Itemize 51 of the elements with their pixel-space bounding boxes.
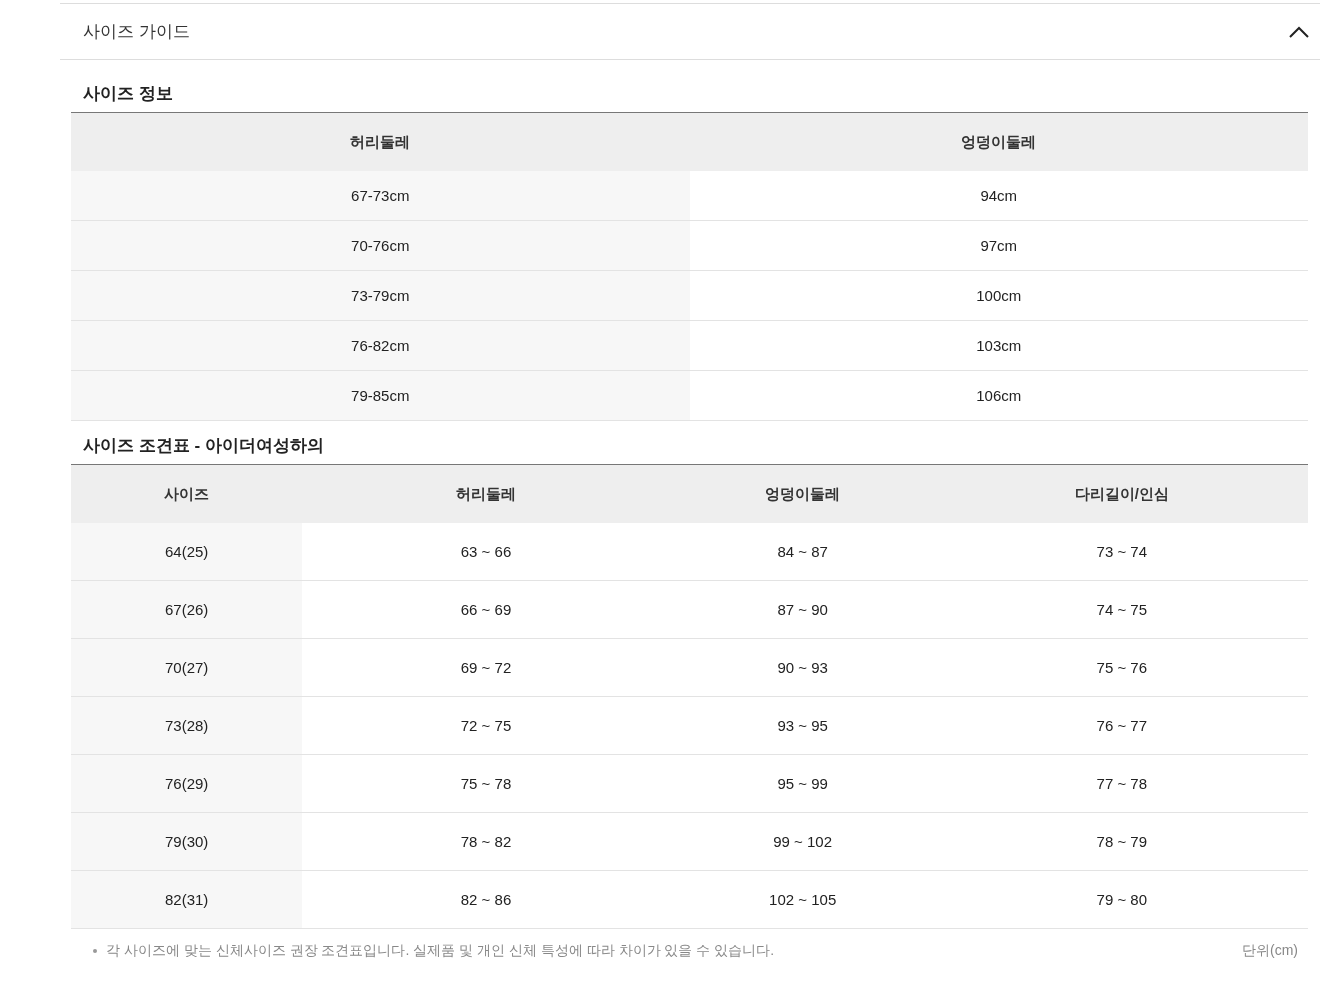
table-cell: 75 ~ 76 — [935, 638, 1308, 697]
table-cell: 73(28) — [71, 696, 303, 755]
table-cell: 77 ~ 78 — [935, 754, 1308, 813]
footnote-text: 각 사이즈에 맞는 신체사이즈 권장 조견표입니다. 실제품 및 개인 신체 특성에 따라 차이가 있을 수 있습니다. — [106, 942, 775, 960]
table-cell: 106cm — [689, 370, 1308, 421]
table-cell: 95 ~ 99 — [669, 754, 936, 813]
table-cell: 73 ~ 74 — [935, 523, 1308, 581]
table-cell: 72 ~ 75 — [302, 696, 670, 755]
table-cell: 76(29) — [71, 754, 303, 813]
table-cell: 79 ~ 80 — [935, 870, 1308, 929]
column-header: 허리둘레 — [71, 112, 690, 171]
table-cell: 82(31) — [71, 870, 303, 929]
accordion-header[interactable]: 사이즈 가이드 — [60, 4, 1320, 60]
table-cell: 69 ~ 72 — [302, 638, 670, 697]
unit-label: 단위(cm) — [1242, 942, 1298, 960]
table-cell: 103cm — [689, 320, 1308, 371]
column-header: 허리둘레 — [302, 464, 670, 523]
column-header: 사이즈 — [71, 464, 303, 523]
table-cell: 75 ~ 78 — [302, 754, 670, 813]
table-cell: 67-73cm — [71, 171, 690, 221]
table-cell: 74 ~ 75 — [935, 580, 1308, 639]
table-cell: 63 ~ 66 — [302, 523, 670, 581]
table-cell: 102 ~ 105 — [669, 870, 936, 929]
chevron-up-icon — [1288, 24, 1310, 39]
section-title: 사이즈 조견표 - 아이더여성하의 — [82, 435, 325, 457]
column-header: 엉덩이둘레 — [669, 464, 936, 523]
section-title: 사이즈 정보 — [82, 83, 174, 105]
table-cell: 93 ~ 95 — [669, 696, 936, 755]
table-cell: 78 ~ 79 — [935, 812, 1308, 871]
table-cell: 70-76cm — [71, 220, 690, 271]
table-cell: 73-79cm — [71, 270, 690, 321]
table-cell: 78 ~ 82 — [302, 812, 670, 871]
table-cell: 76-82cm — [71, 320, 690, 371]
table-cell: 97cm — [689, 220, 1308, 271]
table-cell: 79(30) — [71, 812, 303, 871]
table-cell: 84 ~ 87 — [669, 523, 936, 581]
bullet-icon — [93, 949, 97, 953]
table-cell: 99 ~ 102 — [669, 812, 936, 871]
table-cell: 64(25) — [71, 523, 303, 581]
table-cell: 90 ~ 93 — [669, 638, 936, 697]
table-cell: 67(26) — [71, 580, 303, 639]
table-cell: 87 ~ 90 — [669, 580, 936, 639]
table-cell: 70(27) — [71, 638, 303, 697]
column-header: 다리길이/인심 — [935, 464, 1308, 523]
table-cell: 82 ~ 86 — [302, 870, 670, 929]
table-cell: 94cm — [689, 171, 1308, 221]
table-cell: 79-85cm — [71, 370, 690, 421]
table-cell: 66 ~ 69 — [302, 580, 670, 639]
table-cell: 76 ~ 77 — [935, 696, 1308, 755]
column-header: 엉덩이둘레 — [689, 112, 1308, 171]
table-cell: 100cm — [689, 270, 1308, 321]
